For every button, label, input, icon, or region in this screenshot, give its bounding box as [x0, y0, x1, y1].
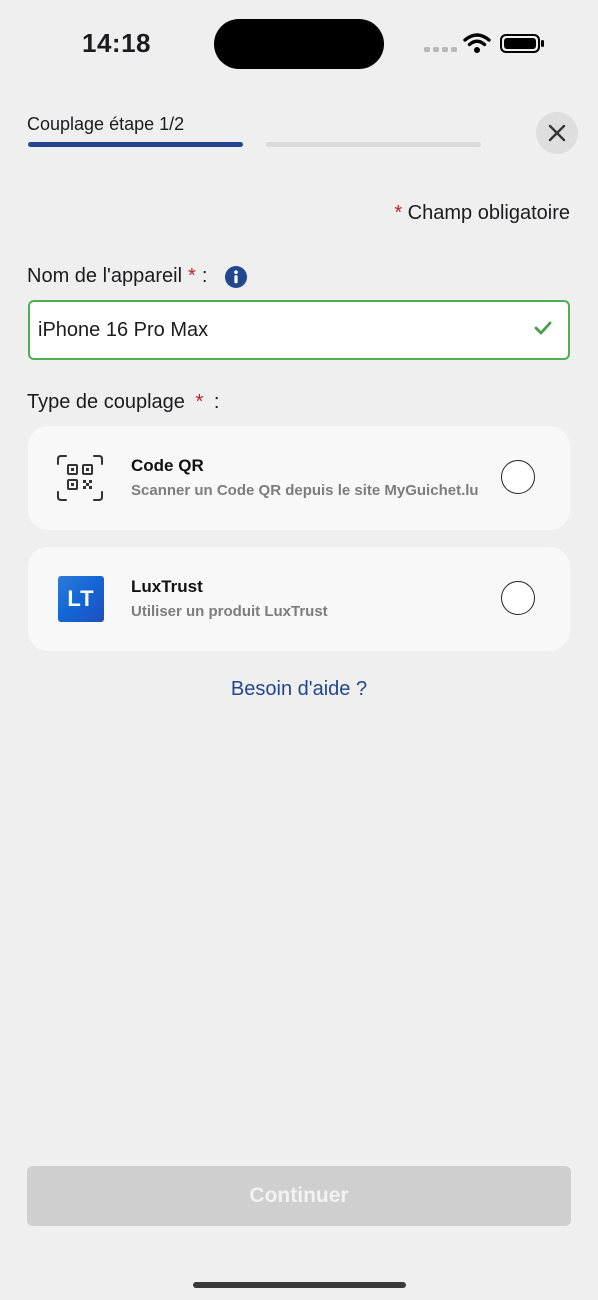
required-note: * Champ obligatoire: [394, 202, 570, 225]
device-name-required-star: *: [188, 265, 196, 287]
pairing-type-label: Type de couplage * :: [27, 391, 219, 414]
required-note-text: Champ obligatoire: [407, 202, 570, 224]
pairing-option-description: Utiliser un produit LuxTrust: [131, 603, 328, 620]
continue-button[interactable]: Continuer: [27, 1166, 571, 1226]
pairing-option-title: Code QR: [131, 456, 204, 475]
qr-code-icon: [57, 455, 103, 501]
pairing-option-luxtrust[interactable]: LT LuxTrust Utiliser un produit LuxTrust: [28, 547, 570, 651]
device-name-field: [28, 300, 570, 360]
pairing-option-qr[interactable]: Code QR Scanner un Code QR depuis le sit…: [28, 426, 570, 530]
close-button[interactable]: [536, 112, 578, 154]
close-icon: [548, 124, 566, 142]
battery-icon: [500, 34, 544, 53]
help-link[interactable]: Besoin d'aide ?: [0, 678, 598, 701]
radio-luxtrust[interactable]: [501, 581, 535, 615]
status-time: 14:18: [82, 28, 151, 58]
pairing-type-required-star: *: [195, 391, 204, 413]
device-name-label-suffix: :: [201, 265, 208, 287]
pairing-type-label-text: Type de couplage: [27, 391, 185, 413]
wifi-icon: [463, 33, 491, 47]
progress-step-1: [28, 142, 243, 147]
device-name-input[interactable]: [30, 309, 510, 351]
device-name-label-text: Nom de l'appareil: [27, 265, 183, 287]
radio-qr[interactable]: [501, 460, 535, 494]
home-indicator: [193, 1282, 406, 1288]
device-name-label: Nom de l'appareil * :: [27, 265, 248, 288]
progress-step-2: [266, 142, 481, 147]
info-icon: [234, 269, 239, 283]
pairing-option-description: Scanner un Code QR depuis le site MyGuic…: [131, 482, 479, 499]
info-button[interactable]: [225, 265, 248, 288]
pairing-type-label-suffix: :: [213, 391, 220, 413]
signal-icon: [424, 47, 457, 52]
step-label: Couplage étape 1/2: [27, 114, 185, 134]
check-icon: [534, 321, 552, 335]
required-star: *: [394, 202, 403, 224]
dynamic-island: [214, 19, 384, 69]
luxtrust-logo: LT: [58, 576, 104, 622]
pairing-option-title: LuxTrust: [131, 577, 203, 596]
status-icons: [424, 30, 548, 58]
